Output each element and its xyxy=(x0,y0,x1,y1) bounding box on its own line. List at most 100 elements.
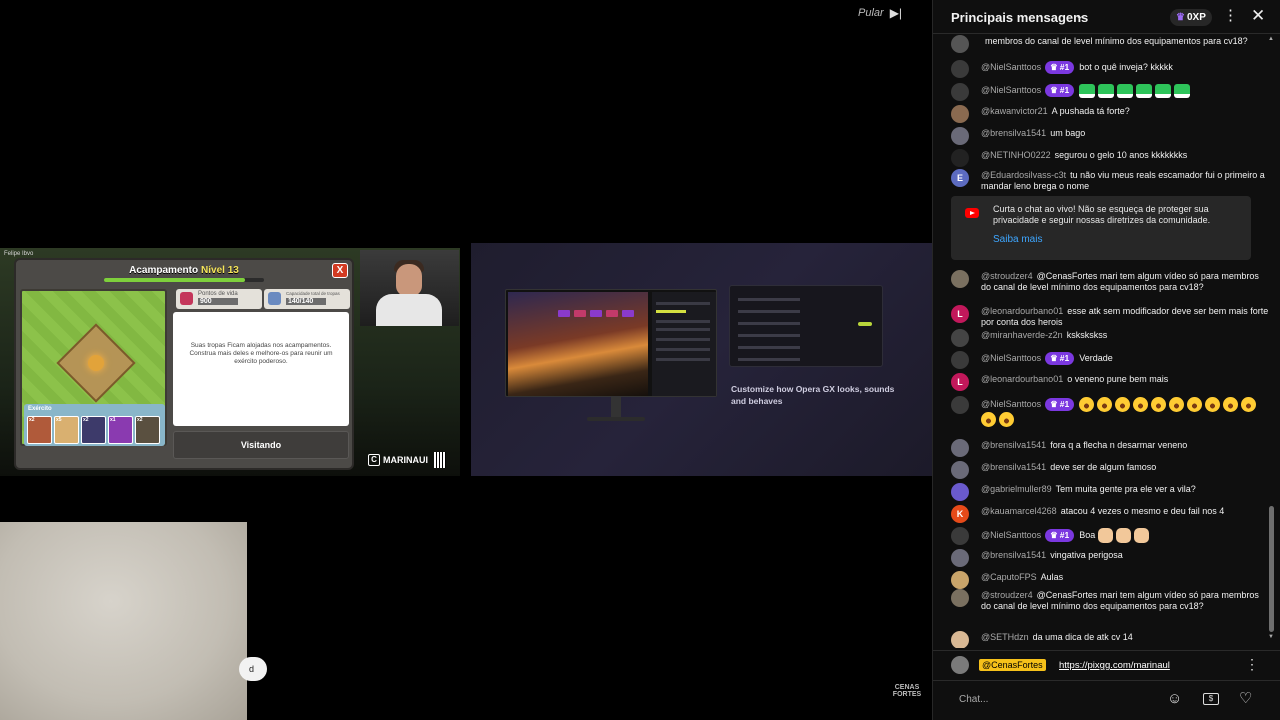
message-author[interactable]: @leonardourbano01 xyxy=(981,374,1063,384)
message-text: um bago xyxy=(1050,128,1086,138)
notice-text: Curta o chat ao vivo! Não se esqueça de … xyxy=(993,204,1211,225)
message-author[interactable]: @brensilva1541 xyxy=(981,550,1046,560)
message-author[interactable]: @kauamarcel4268 xyxy=(981,506,1057,516)
avatar[interactable] xyxy=(951,461,969,479)
monitor-mockup xyxy=(505,289,717,397)
avatar[interactable] xyxy=(951,329,969,347)
avatar[interactable] xyxy=(951,149,969,167)
modal-level: Nível 13 xyxy=(201,265,239,276)
video-player[interactable]: Pular ▶| Felipe Ibvo Acampamento Nível 13… xyxy=(0,0,932,720)
message-author[interactable]: @CaputoFPS xyxy=(981,572,1037,582)
avatar[interactable] xyxy=(951,571,969,589)
chat-input[interactable]: Chat... xyxy=(951,689,1151,711)
avatar[interactable]: L xyxy=(951,305,969,323)
member-badge: ♛ #1 xyxy=(1045,397,1075,411)
avatar[interactable] xyxy=(951,549,969,567)
avatar[interactable] xyxy=(951,589,969,607)
message-author[interactable]: @brensilva1541 xyxy=(981,440,1046,450)
streamer-name: Felipe Ibvo xyxy=(4,251,34,257)
scroll-down-icon[interactable]: ▼ xyxy=(1268,634,1274,640)
avatar[interactable] xyxy=(951,396,969,414)
army-camp-icon xyxy=(56,323,136,403)
chat-mode-title[interactable]: Principais mensagens xyxy=(951,10,1088,25)
more-options-icon[interactable]: ⋮ xyxy=(1245,656,1259,673)
message-author[interactable]: @kawanvictor21 xyxy=(981,106,1048,116)
chat-message: @SETHdzn da uma dica de atk cv 14 xyxy=(981,632,1271,643)
avatar[interactable] xyxy=(951,127,969,145)
message-text: fora q a flecha n desarmar veneno xyxy=(1050,440,1188,450)
learn-more-link[interactable]: Saiba mais xyxy=(993,234,1042,245)
avatar[interactable]: L xyxy=(951,373,969,391)
chat-message: @CaputoFPS Aulas xyxy=(981,572,1271,583)
message-text: deve ser de algum famoso xyxy=(1050,462,1157,472)
chat-message: @NielSanttoos ♛ #1 Verdade xyxy=(981,352,1271,365)
more-options-icon[interactable]: ⋮ xyxy=(1223,8,1238,23)
avatar[interactable] xyxy=(951,483,969,501)
settings-card-mock xyxy=(729,285,883,367)
message-author[interactable]: @stroudzer4 xyxy=(981,271,1033,281)
ad-caption: Customize how Opera GX looks, sounds and… xyxy=(731,384,895,406)
message-author[interactable]: @NielSanttoos xyxy=(981,530,1041,540)
army-panel: Exército x2 x5 x2 x1 x2 xyxy=(24,404,165,446)
avatar[interactable] xyxy=(951,351,969,369)
rofl-emoji-icon xyxy=(1205,397,1221,412)
avatar[interactable] xyxy=(951,270,969,288)
message-author[interactable]: @gabrielmuller89 xyxy=(981,484,1052,494)
skip-next-icon: ▶| xyxy=(889,6,903,20)
pinned-link[interactable]: https://pixgg.com/marinaul xyxy=(1059,660,1170,671)
avatar[interactable] xyxy=(951,35,969,53)
avatar[interactable]: E xyxy=(951,169,969,187)
heart-icon[interactable]: ♡ xyxy=(1239,691,1252,707)
skip-button[interactable]: Pular ▶| xyxy=(858,6,902,20)
chevron-down-icon[interactable]: ⌄ xyxy=(1075,9,1084,22)
message-author[interactable]: @NielSanttoos xyxy=(981,85,1041,95)
avatar[interactable]: K xyxy=(951,505,969,523)
message-text: vingativa perigosa xyxy=(1050,550,1123,560)
avatar[interactable] xyxy=(951,83,969,101)
avatar[interactable] xyxy=(951,527,969,545)
message-author[interactable]: @NielSanttoos xyxy=(981,353,1041,363)
crown-icon: ♛ xyxy=(1050,398,1058,409)
message-author[interactable]: @NielSanttoos xyxy=(981,399,1041,409)
barracks-modal: Acampamento Nível 13 X Exército x2 x5 x2 … xyxy=(14,258,354,470)
chat-feed[interactable]: Curta o chat ao vivo! Não se esqueça de … xyxy=(933,34,1271,648)
message-text: segurou o gelo 10 anos kkkkkkks xyxy=(1054,150,1188,160)
avatar[interactable] xyxy=(951,105,969,123)
avatar[interactable] xyxy=(951,439,969,457)
message-author[interactable]: @Eduardosilvass-c3t xyxy=(981,170,1066,180)
message-text: atacou 4 vezes o mesmo e deu fail nos 4 xyxy=(1060,506,1225,516)
message-author[interactable]: @stroudzer4 xyxy=(981,590,1033,600)
message-author[interactable]: @miranhaverde-z2n xyxy=(981,330,1063,340)
heart-icon xyxy=(180,292,193,305)
close-icon[interactable]: ✕ xyxy=(1251,6,1265,26)
rofl-emoji-icon xyxy=(1133,397,1149,412)
xp-badge[interactable]: ♛ 0XP xyxy=(1170,9,1212,26)
chat-message: @kawanvictor21 A pushada tá forte? xyxy=(981,106,1271,117)
troop-slot: x1 xyxy=(108,416,133,444)
message-author[interactable]: @brensilva1541 xyxy=(981,128,1046,138)
scroll-up-icon[interactable]: ▲ xyxy=(1268,36,1274,42)
message-text: Aulas xyxy=(1040,572,1064,582)
scroll-thumb[interactable] xyxy=(1269,506,1274,632)
badge-rank: #1 xyxy=(1059,398,1070,409)
message-author[interactable]: @NETINHO0222 xyxy=(981,150,1051,160)
rofl-emoji-icon xyxy=(981,412,996,427)
message-author[interactable]: @NielSanttoos xyxy=(981,62,1041,72)
crown-icon: ♛ xyxy=(1176,12,1185,23)
member-badge: ♛ #1 xyxy=(1045,61,1075,74)
rofl-emoji-icon xyxy=(1097,397,1113,412)
message-author[interactable]: @SETHdzn xyxy=(981,632,1029,642)
message-author[interactable]: @brensilva1541 xyxy=(981,462,1046,472)
super-chat-icon[interactable]: $ xyxy=(1203,691,1219,707)
chat-message: @brensilva1541 um bago xyxy=(981,128,1271,139)
avatar[interactable] xyxy=(951,60,969,78)
troop-slot: x2 xyxy=(27,416,52,444)
message-author[interactable]: @leonardourbano01 xyxy=(981,306,1063,316)
emoji-icon[interactable]: ☺ xyxy=(1167,691,1182,707)
rofl-emoji-icon xyxy=(1079,397,1095,412)
avatar[interactable] xyxy=(951,631,969,648)
troop-count: x5 xyxy=(56,417,62,423)
chat-message: @miranhaverde-z2n kskskskss xyxy=(981,330,1271,341)
chat-scrollbar[interactable]: ▲ ▼ xyxy=(1268,36,1274,640)
rofl-emoji-icon xyxy=(1169,397,1185,412)
